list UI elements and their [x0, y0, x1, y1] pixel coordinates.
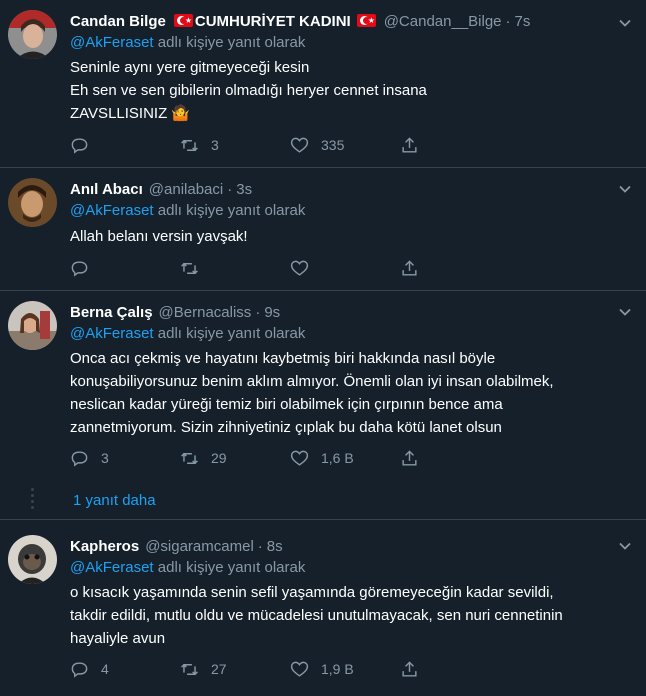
replying-to: @AkFeraset adlı kişiye yanıt olarak [70, 34, 306, 51]
share-icon [402, 259, 417, 276]
reply-icon [71, 450, 88, 467]
retweet-icon [181, 452, 198, 464]
like-count: 1,9 B [321, 661, 354, 677]
share-button[interactable] [400, 447, 510, 469]
retweet-count: 29 [211, 450, 227, 466]
tweet-3[interactable]: Berna Çalış @Bernacaliss · 9s @AkFeraset… [0, 291, 646, 486]
tweet-1[interactable]: Candan Bilge ★ CUMHURİYET KADINI ★ @Cand… [0, 0, 646, 168]
reply-button[interactable]: 4 [70, 658, 180, 680]
chevron-down-icon[interactable] [618, 539, 632, 553]
user-handle[interactable]: @sigaramcamel [145, 538, 254, 555]
like-button[interactable] [290, 257, 400, 279]
reply-count: 3 [101, 450, 109, 466]
share-icon [402, 136, 417, 153]
tweet-header: Candan Bilge ★ CUMHURİYET KADINI ★ @Cand… [70, 12, 531, 30]
tweet-text: Onca acı çekmiş ve hayatını kaybetmiş bi… [70, 350, 554, 436]
retweet-button[interactable] [180, 257, 290, 279]
like-icon [290, 260, 309, 276]
tweet-actions: 3 29 1,6 B [70, 447, 510, 469]
reply-icon [71, 137, 88, 154]
like-count: 335 [321, 137, 345, 153]
timestamp[interactable]: 8s [267, 538, 283, 555]
tweet-4[interactable]: Kapheros @sigaramcamel · 8s @AkFeraset a… [0, 521, 646, 696]
like-button[interactable]: 1,6 B [290, 447, 400, 469]
reply-button[interactable]: 3 [70, 447, 180, 469]
like-button[interactable]: 335 [290, 134, 400, 156]
tweet-text: Seninle aynı yere gitmeyeceği kesin Eh s… [70, 59, 427, 122]
retweet-icon [181, 663, 198, 675]
avatar[interactable] [8, 301, 57, 350]
user-name[interactable]: Berna Çalış [70, 304, 153, 321]
replying-to: @AkFeraset adlı kişiye yanıt olarak [70, 202, 306, 219]
reply-icon [71, 260, 88, 277]
share-icon [402, 660, 417, 677]
retweet-icon [181, 262, 198, 274]
more-replies-row[interactable]: 1 yanıt daha [0, 486, 646, 520]
turkish-flag-icon: ★ [355, 13, 378, 30]
chevron-down-icon[interactable] [618, 182, 632, 196]
like-count: 1,6 B [321, 450, 354, 466]
avatar[interactable] [8, 535, 57, 584]
user-handle[interactable]: @Bernacaliss [159, 304, 252, 321]
tweet-header: Kapheros @sigaramcamel · 8s [70, 537, 283, 555]
tweet-text: Allah belanı versin yavşak! [70, 228, 248, 245]
reply-button[interactable] [70, 134, 180, 156]
retweet-count: 3 [211, 137, 219, 153]
replying-to: @AkFeraset adlı kişiye yanıt olarak [70, 325, 306, 342]
like-button[interactable]: 1,9 B [290, 658, 400, 680]
chevron-down-icon[interactable] [618, 16, 632, 30]
share-button[interactable] [400, 134, 510, 156]
timestamp[interactable]: 7s [515, 13, 531, 30]
chevron-down-icon[interactable] [618, 305, 632, 319]
retweet-count: 27 [211, 661, 227, 677]
mention-link[interactable]: @AkFeraset [70, 202, 154, 219]
turkish-flag-icon: ★ [172, 13, 195, 30]
tweet-text: o kısacık yaşamında senin sefil yaşamınd… [70, 584, 563, 647]
user-handle[interactable]: @anilabaci [149, 181, 223, 198]
like-icon [290, 661, 309, 677]
user-name[interactable]: Kapheros [70, 538, 139, 555]
avatar[interactable] [8, 178, 57, 227]
retweet-icon [181, 139, 198, 151]
timestamp[interactable]: 9s [264, 304, 280, 321]
like-icon [290, 137, 309, 153]
avatar[interactable] [8, 10, 57, 59]
tweet-header: Anıl Abacı @anilabaci · 3s [70, 180, 253, 198]
like-icon [290, 450, 309, 466]
retweet-button[interactable]: 27 [180, 658, 290, 680]
user-name[interactable]: Anıl Abacı [70, 181, 143, 198]
tweet-actions [70, 257, 510, 279]
share-button[interactable] [400, 257, 510, 279]
replying-to: @AkFeraset adlı kişiye yanıt olarak [70, 559, 306, 576]
user-handle[interactable]: @Candan__Bilge [384, 13, 502, 30]
tweet-actions: 3 335 [70, 134, 510, 156]
timestamp[interactable]: 3s [236, 181, 252, 198]
user-name[interactable]: Candan Bilge [70, 13, 166, 30]
reply-count: 4 [101, 661, 109, 677]
retweet-button[interactable]: 3 [180, 134, 290, 156]
share-icon [402, 449, 417, 466]
retweet-button[interactable]: 29 [180, 447, 290, 469]
share-button[interactable] [400, 658, 510, 680]
mention-link[interactable]: @AkFeraset [70, 325, 154, 342]
tweet-header: Berna Çalış @Bernacaliss · 9s [70, 303, 281, 321]
reply-button[interactable] [70, 257, 180, 279]
reply-icon [71, 661, 88, 678]
user-name-suffix[interactable]: CUMHURİYET KADINI [195, 13, 351, 30]
tweet-2[interactable]: Anıl Abacı @anilabaci · 3s @AkFeraset ad… [0, 168, 646, 291]
tweet-actions: 4 27 1,9 B [70, 658, 510, 680]
mention-link[interactable]: @AkFeraset [70, 34, 154, 51]
more-replies-link[interactable]: 1 yanıt daha [73, 492, 156, 509]
thread-dots [31, 488, 34, 512]
mention-link[interactable]: @AkFeraset [70, 559, 154, 576]
